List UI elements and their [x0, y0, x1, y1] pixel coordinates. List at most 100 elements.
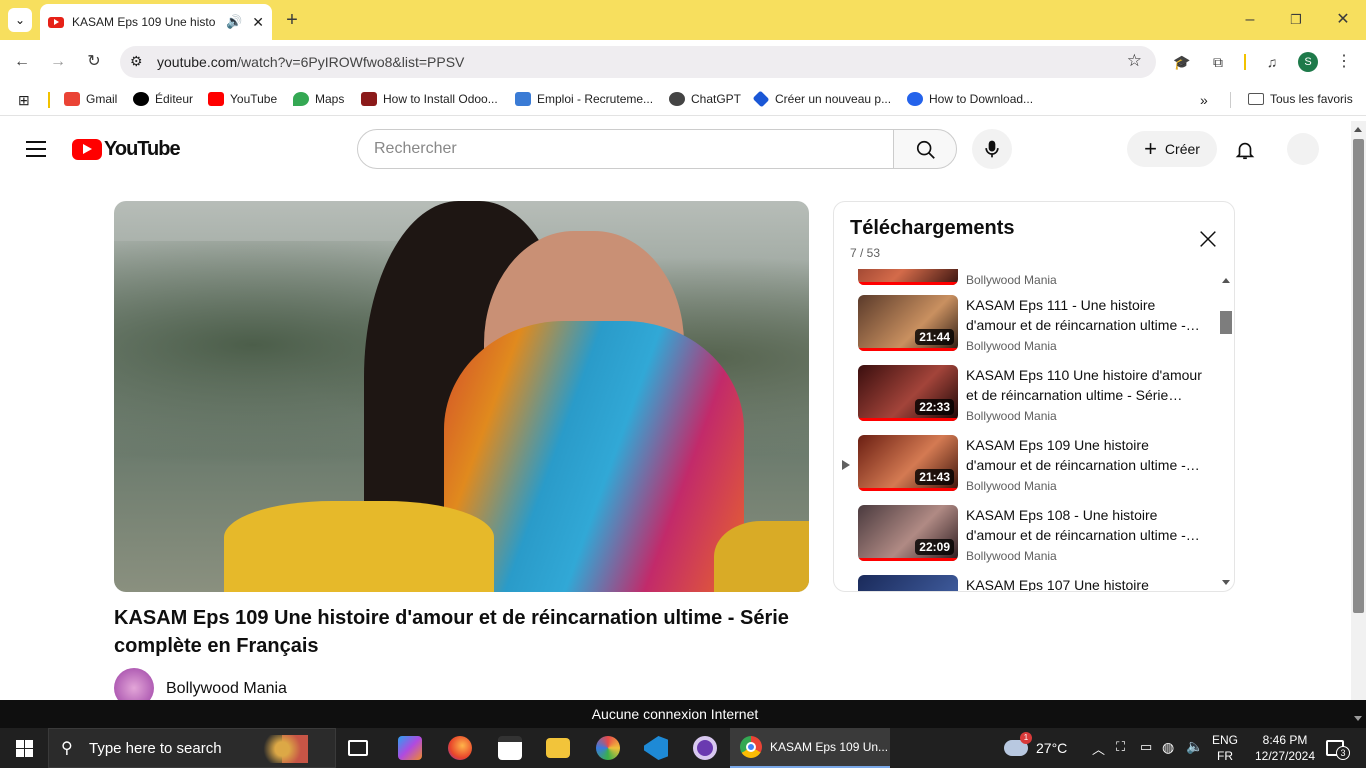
address-bar[interactable]: ⚙ youtube.com/watch?v=6PyIROWfwo8&list=P… — [120, 46, 1156, 78]
vscode-icon[interactable] — [644, 736, 668, 760]
tab-title: KASAM Eps 109 Une histoire — [72, 15, 217, 29]
extensions-puzzle-icon[interactable]: ⧉ — [1208, 52, 1228, 72]
tray-device-icon[interactable]: ⛶ — [1116, 739, 1125, 755]
copilot-icon[interactable] — [398, 736, 422, 760]
tray-network-globe-icon[interactable]: ◍ — [1162, 739, 1174, 756]
account-avatar[interactable] — [1287, 133, 1319, 165]
playlist-scrollbar[interactable] — [1220, 276, 1232, 591]
playlist-position: 7 / 53 — [850, 246, 881, 260]
search-input[interactable]: Rechercher — [357, 129, 894, 169]
playlist-item[interactable]: 22:33 KASAM Eps 110 Une histoire d'amour… — [858, 365, 1218, 435]
search-icon — [916, 140, 935, 159]
notifications-bell-icon[interactable] — [1234, 139, 1256, 161]
page-scrollbar[interactable] — [1351, 121, 1366, 700]
taskbar-chrome-button[interactable]: KASAM Eps 109 Un... — [730, 728, 890, 768]
weather-badge: 1 — [1020, 732, 1032, 744]
folder-icon — [1248, 93, 1264, 105]
media-app-icon[interactable] — [693, 736, 717, 760]
weather-widget[interactable]: 1 27°C — [1004, 728, 1074, 768]
new-tab-plus-icon[interactable]: + — [282, 10, 302, 30]
channel-name[interactable]: Bollywood Mania — [166, 680, 287, 698]
playlist-item-current[interactable]: 21:43 KASAM Eps 109 Une histoire d'amour… — [858, 435, 1218, 505]
odoo-site-icon — [361, 92, 377, 106]
bookmark-editeur[interactable]: Éditeur — [133, 92, 193, 106]
page-scroll-up-icon[interactable] — [1354, 127, 1362, 132]
minimize-icon[interactable]: – — [1240, 10, 1260, 30]
paint-app-icon[interactable] — [596, 736, 620, 760]
bookmark-youtube[interactable]: YouTube — [208, 92, 277, 106]
media-control-icon[interactable]: ♫ — [1262, 52, 1282, 72]
toolbar-divider — [1244, 54, 1246, 70]
all-favorites[interactable]: Tous les favoris — [1248, 92, 1353, 106]
playlist-item-title: KASAM Eps 110 Une histoire d'amour et de… — [966, 367, 1202, 403]
hamburger-menu-icon[interactable] — [26, 141, 46, 157]
scrollbar-thumb[interactable] — [1220, 311, 1232, 334]
bookmark-label: Emploi - Recruteme... — [537, 92, 654, 106]
duration-badge: 21:43 — [915, 469, 954, 485]
playlist-item-partial[interactable]: KASAM Eps 107 Une histoire — [858, 575, 1218, 591]
site-info-icon[interactable]: ⚙ — [130, 53, 143, 70]
notification-center-icon[interactable]: 3 — [1326, 740, 1350, 760]
back-arrow-icon[interactable]: ← — [12, 52, 32, 72]
active-tab[interactable]: KASAM Eps 109 Une histoire 🔊 ✕ — [40, 4, 272, 40]
page-scrollbar-thumb[interactable] — [1353, 139, 1364, 613]
youtube-logo[interactable]: YouTube — [72, 137, 181, 161]
playlist-item[interactable]: 22:09 KASAM Eps 108 - Une histoire d'amo… — [858, 505, 1218, 575]
extension-icon[interactable]: 🎓 — [1172, 52, 1192, 72]
bookmark-gmail[interactable]: Gmail — [64, 92, 117, 106]
tray-battery-icon[interactable]: ▭ — [1140, 739, 1152, 755]
restore-icon[interactable]: ❐ — [1286, 10, 1306, 30]
apps-grid-icon[interactable]: ⊞ — [18, 92, 34, 108]
bookmark-creer[interactable]: Créer un nouveau p... — [752, 90, 891, 108]
voice-search-button[interactable] — [972, 129, 1012, 169]
reload-icon[interactable]: ↻ — [84, 52, 104, 72]
bookmark-download[interactable]: How to Download... — [907, 92, 1033, 106]
video-player[interactable] — [114, 201, 809, 592]
all-favorites-label: Tous les favoris — [1270, 92, 1353, 106]
firefox-icon[interactable] — [448, 736, 472, 760]
bookmark-star-icon[interactable]: ☆ — [1127, 51, 1142, 71]
taskbar-search-box[interactable]: ⚲ Type here to search — [48, 728, 336, 768]
tab-search-button[interactable]: ⌄ — [8, 8, 32, 32]
bookmark-odoo[interactable]: How to Install Odoo... — [361, 92, 498, 106]
windows-start-icon[interactable] — [16, 740, 33, 757]
bookmark-emploi[interactable]: Emploi - Recruteme... — [515, 92, 653, 106]
task-view-icon[interactable] — [348, 740, 368, 756]
create-button[interactable]: + Créer — [1127, 131, 1217, 167]
playlist-item-channel: Bollywood Mania — [966, 479, 1057, 493]
tray-volume-icon[interactable]: 🔈 — [1186, 738, 1203, 755]
url-domain: youtube.com — [157, 54, 238, 70]
calendar-app-icon[interactable] — [498, 736, 522, 760]
offline-banner: Aucune connexion Internet — [0, 700, 1366, 728]
playlist-item[interactable]: 21:44 KASAM Eps 111 - Une histoire d'amo… — [858, 295, 1218, 365]
speaker-icon[interactable]: 🔊 — [226, 14, 242, 30]
video-title: KASAM Eps 109 Une histoire d'amour et de… — [114, 607, 789, 657]
clock[interactable]: 8:46 PM 12/27/2024 — [1252, 732, 1318, 764]
playlist-thumbnail: 22:09 — [858, 505, 958, 561]
plus-icon: + — [1144, 136, 1157, 161]
forward-arrow-icon[interactable]: → — [48, 52, 68, 72]
more-bookmarks-chevron-icon[interactable]: » — [1200, 92, 1208, 108]
scroll-up-arrow-icon[interactable] — [1222, 278, 1230, 283]
menu-kebab-icon[interactable]: ⋮ — [1334, 52, 1354, 72]
close-window-icon[interactable]: ✕ — [1333, 10, 1353, 30]
playlist-title[interactable]: Téléchargements — [850, 217, 1015, 240]
close-playlist-icon[interactable] — [1197, 228, 1219, 250]
browser-toolbar: ← → ↻ ⚙ youtube.com/watch?v=6PyIROWfwo8&… — [0, 40, 1366, 84]
bookmark-chatgpt[interactable]: ChatGPT — [669, 92, 741, 106]
search-button[interactable] — [893, 129, 957, 169]
gmail-icon — [64, 92, 80, 106]
close-tab-icon[interactable]: ✕ — [252, 14, 264, 31]
file-explorer-icon[interactable] — [546, 738, 570, 758]
bookmark-divider — [1230, 92, 1231, 108]
scroll-down-arrow-icon[interactable] — [1222, 580, 1230, 585]
profile-avatar[interactable]: S — [1298, 52, 1318, 72]
language-indicator[interactable]: ENG FR — [1210, 732, 1240, 764]
clock-date: 12/27/2024 — [1254, 749, 1316, 763]
bookmark-maps[interactable]: Maps — [293, 92, 344, 106]
bookmark-divider — [48, 92, 50, 108]
page-scroll-down-icon[interactable] — [1354, 716, 1362, 721]
search-highlight-icon — [263, 735, 327, 763]
tray-chevron-up-icon[interactable]: ︿ — [1092, 739, 1105, 758]
playlist-item-channel: Bollywood Mania — [966, 339, 1057, 353]
